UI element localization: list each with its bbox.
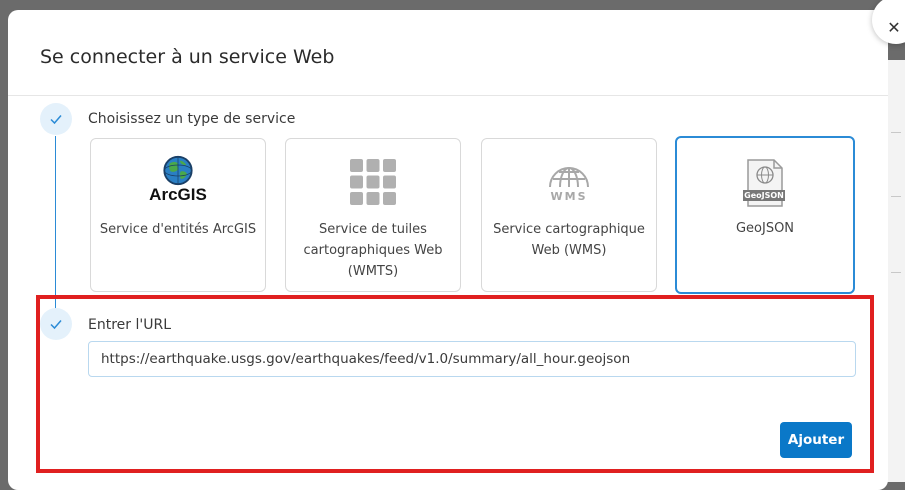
service-card-wms[interactable]: WMS Service cartographique Web (WMS) <box>481 138 657 292</box>
check-icon <box>50 115 62 125</box>
step2-label: Entrer l'URL <box>88 317 171 333</box>
service-card-label: Service d'entités ArcGIS <box>99 222 257 237</box>
geojson-logo-text: GeoJSON <box>744 191 784 200</box>
dialog-title: Se connecter à un service Web <box>40 46 335 68</box>
wms-logo-text: WMS <box>550 190 588 203</box>
geojson-file-icon: GeoJSON <box>742 158 788 208</box>
service-card-arcgis[interactable]: ArcGIS Service d'entités ArcGIS <box>90 138 266 292</box>
connect-web-service-dialog: ✕ Se connecter à un service Web Choisiss… <box>8 0 905 490</box>
wms-icon-wrap: WMS <box>482 159 656 209</box>
step1-label: Choisissez un type de service <box>88 111 296 127</box>
background-line <box>891 196 901 197</box>
service-card-label: GeoJSON <box>735 221 795 236</box>
service-card-geojson[interactable]: GeoJSON GeoJSON <box>675 136 855 294</box>
arcgis-logo: ArcGIS <box>91 155 265 205</box>
step2-check-indicator <box>40 308 72 340</box>
arcgis-logo-text: ArcGIS <box>149 185 207 204</box>
background-line <box>891 272 901 273</box>
globe-icon <box>163 155 193 186</box>
service-card-label: Service de tuiles cartographiques Web (W… <box>303 222 443 279</box>
background-line <box>891 132 901 133</box>
wms-globe-icon <box>549 167 589 188</box>
service-card-label: Service cartographique Web (WMS) <box>493 222 645 258</box>
title-divider <box>8 95 888 96</box>
url-input[interactable] <box>88 341 856 377</box>
step1-check-indicator <box>40 103 72 135</box>
tiles-icon-wrap <box>286 157 460 207</box>
tiles-grid-icon <box>350 159 396 205</box>
close-button[interactable]: ✕ <box>872 0 905 44</box>
geojson-icon-wrap: GeoJSON <box>677 158 853 208</box>
check-icon <box>50 320 62 330</box>
add-button[interactable]: Ajouter <box>780 422 852 458</box>
step-connector-line <box>55 136 56 318</box>
service-card-wmts[interactable]: Service de tuiles cartographiques Web (W… <box>285 138 461 292</box>
close-icon: ✕ <box>887 17 901 37</box>
